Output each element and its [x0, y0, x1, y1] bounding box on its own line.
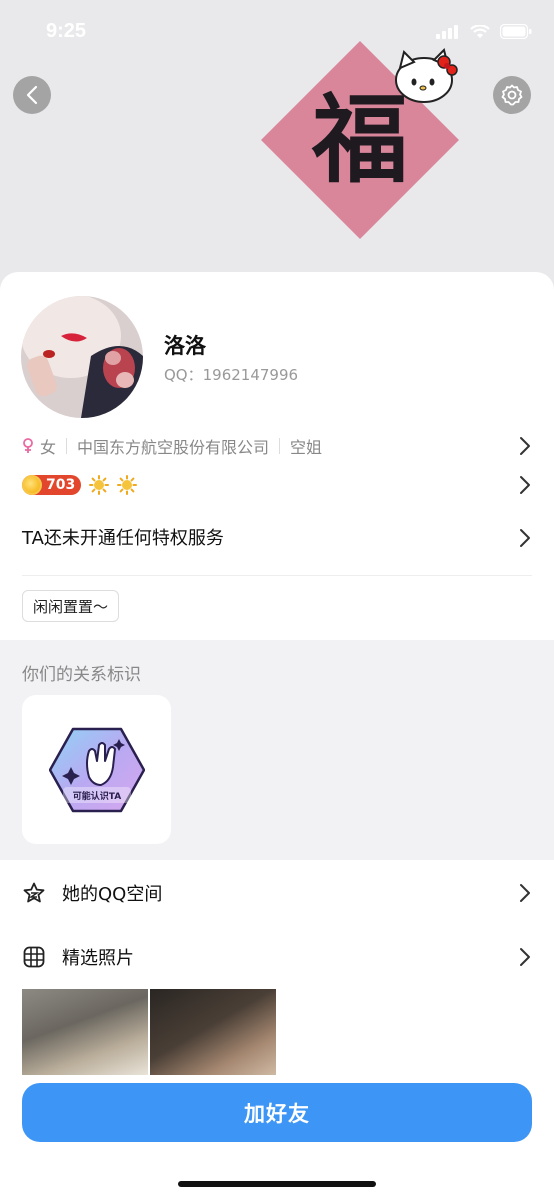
status-bar: 9:25 — [0, 0, 554, 62]
privilege-row[interactable]: TA还未开通任何特权服务 — [22, 524, 532, 552]
photo-thumbnail[interactable] — [22, 989, 148, 1075]
fu-poster-image: 福 — [260, 40, 460, 240]
cellular-signal-icon — [436, 24, 458, 39]
level-badge-row[interactable]: 703 — [22, 473, 532, 497]
avatar[interactable] — [21, 296, 143, 418]
chevron-left-icon — [26, 85, 38, 105]
privilege-text: TA还未开通任何特权服务 — [22, 528, 224, 549]
female-icon — [23, 438, 33, 453]
featured-photos-row[interactable]: 精选照片 — [22, 939, 532, 975]
chevron-right-icon — [520, 884, 530, 902]
relation-badge-label: 可能认识TA — [72, 792, 122, 802]
occupation-text: 空姐 — [290, 438, 323, 457]
personal-tag[interactable]: 闲闲置置～ — [22, 590, 120, 622]
chevron-right-icon — [520, 437, 530, 455]
relation-section-title: 你们的关系标识 — [22, 665, 141, 685]
relation-badge: 可能认识TA — [48, 727, 146, 813]
level-value: 703 — [46, 477, 76, 493]
chevron-right-icon — [520, 476, 530, 494]
gear-icon — [501, 84, 523, 106]
qq-number-line: QQ：1962147996 — [164, 364, 298, 385]
nickname: 洛洛 — [164, 334, 206, 358]
divider — [22, 575, 532, 576]
qq-number: 1962147996 — [202, 366, 299, 384]
chevron-right-icon — [520, 529, 530, 547]
info-separator — [279, 438, 281, 454]
basic-info-row[interactable]: 女 中国东方航空股份有限公司 空姐 — [22, 434, 532, 458]
company-text: 中国东方航空股份有限公司 — [77, 438, 270, 457]
gender-text: 女 — [40, 438, 57, 457]
qzone-row[interactable]: 她的QQ空间 — [22, 875, 532, 911]
crown-coin-icon — [22, 475, 42, 495]
featured-photos-label: 精选照片 — [62, 948, 134, 969]
status-icons — [436, 24, 532, 39]
grid-icon — [23, 946, 45, 968]
avatar-image — [21, 296, 143, 418]
star-icon — [23, 882, 45, 903]
profile-card: 洛洛 QQ：1962147996 女 中国东方航空股份有限公司 空姐 703 T… — [0, 272, 554, 640]
status-time: 9:25 — [46, 20, 87, 42]
wifi-icon — [470, 24, 490, 38]
chevron-right-icon — [520, 948, 530, 966]
settings-button[interactable] — [493, 76, 531, 114]
qzone-label: 她的QQ空间 — [62, 884, 163, 905]
sun-level-icon — [89, 475, 110, 495]
relation-badge-card[interactable]: 可能认识TA — [22, 695, 171, 844]
level-badge: 703 — [22, 475, 82, 495]
add-friend-button[interactable]: 加好友 — [22, 1083, 532, 1142]
battery-icon — [500, 24, 532, 39]
back-button[interactable] — [13, 76, 51, 114]
sun-level-icon — [117, 475, 138, 495]
photo-thumbnail[interactable] — [150, 989, 276, 1075]
qq-label: QQ： — [164, 366, 203, 384]
info-separator — [66, 438, 68, 454]
home-indicator[interactable] — [178, 1181, 376, 1187]
